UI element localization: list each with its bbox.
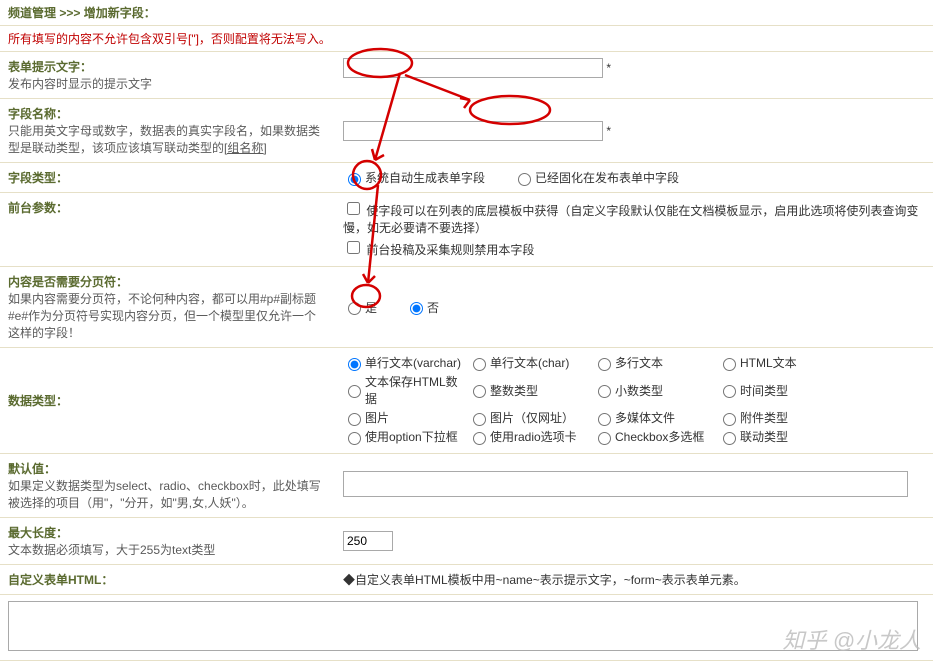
pagebreak-desc: 如果内容需要分页符，不论何种内容，都可以用#p#副标题#e#作为分页符号实现内容… [8,290,327,341]
default-value-title: 默认值： [8,460,327,477]
field-type-fixed[interactable]: 已经固化在发布表单中字段 [513,169,679,186]
dt-time[interactable]: 时间类型 [718,373,843,407]
front-param-check2[interactable]: 前台投稿及采集规则禁用本字段 [343,238,925,258]
required-mark: * [606,124,611,138]
required-mark: * [606,61,611,75]
pagebreak-yes[interactable]: 是 [343,299,377,316]
dt-char[interactable]: 单行文本(char) [468,354,593,371]
max-length-desc: 文本数据必须填写，大于255为text类型 [8,541,327,558]
field-type-auto[interactable]: 系统自动生成表单字段 [343,169,485,186]
breadcrumb-current: 增加新字段： [84,6,156,20]
dt-attachment[interactable]: 附件类型 [718,409,843,426]
dt-image[interactable]: 图片 [343,409,468,426]
dt-varchar[interactable]: 单行文本(varchar) [343,354,468,371]
pagebreak-yes-radio[interactable] [348,302,361,315]
prompt-input[interactable] [343,58,603,78]
prompt-title: 表单提示文字： [8,58,327,75]
default-value-input[interactable] [343,471,908,497]
dt-html-data[interactable]: 文本保存HTML数据 [343,373,468,407]
prompt-desc: 发布内容时显示的提示文字 [8,75,327,92]
data-type-grid: 单行文本(varchar) 单行文本(char) 多行文本 HTML文本 文本保… [343,354,925,447]
dt-html[interactable]: HTML文本 [718,354,843,371]
field-name-title: 字段名称： [8,105,327,122]
default-value-desc: 如果定义数据类型为select、radio、checkbox时，此处填写被选择的… [8,477,327,511]
dt-linkage[interactable]: 联动类型 [718,428,843,445]
pagebreak-title: 内容是否需要分页符： [8,273,327,290]
dt-media[interactable]: 多媒体文件 [593,409,718,426]
front-param-check2-box[interactable] [347,241,360,254]
max-length-input[interactable] [343,531,393,551]
warning-text: 所有填写的内容不允许包含双引号["]，否则配置将无法写入。 [0,26,933,52]
front-param-title: 前台参数： [8,199,327,216]
dt-integer[interactable]: 整数类型 [468,373,593,407]
field-type-auto-radio[interactable] [348,173,361,186]
pagebreak-no[interactable]: 否 [405,299,439,316]
front-param-check1-box[interactable] [347,202,360,215]
front-param-check1[interactable]: 使字段可以在列表的底层模板中获得（自定义字段默认仅能在文档模板显示，启用此选项将… [343,199,925,236]
dt-image-url[interactable]: 图片（仅网址） [468,409,593,426]
custom-html-note: ◆自定义表单HTML模板中用~name~表示提示文字，~form~表示表单元素。 [343,571,925,588]
custom-html-input[interactable] [8,601,918,651]
breadcrumb-section: 频道管理 [8,6,56,20]
field-name-desc: 只能用英文字母或数字，数据表的真实字段名，如果数据类型是联动类型，该项应该填写联… [8,122,327,156]
dt-radio[interactable]: 使用radio选项卡 [468,428,593,445]
field-type-fixed-radio[interactable] [518,173,531,186]
custom-html-title: 自定义表单HTML： [8,571,327,588]
pagebreak-no-radio[interactable] [410,302,423,315]
breadcrumb-sep: >>> [59,6,80,20]
dt-checkbox[interactable]: Checkbox多选框 [593,428,718,445]
field-name-input[interactable] [343,121,603,141]
field-type-title: 字段类型： [8,169,327,186]
dt-option[interactable]: 使用option下拉框 [343,428,468,445]
form-table: 表单提示文字： 发布内容时显示的提示文字 * 字段名称： 只能用英文字母或数字，… [0,52,933,661]
breadcrumb: 频道管理 >>> 增加新字段： [0,0,933,26]
dt-multiline[interactable]: 多行文本 [593,354,718,371]
dt-decimal[interactable]: 小数类型 [593,373,718,407]
data-type-title: 数据类型： [8,392,327,409]
max-length-title: 最大长度： [8,524,327,541]
